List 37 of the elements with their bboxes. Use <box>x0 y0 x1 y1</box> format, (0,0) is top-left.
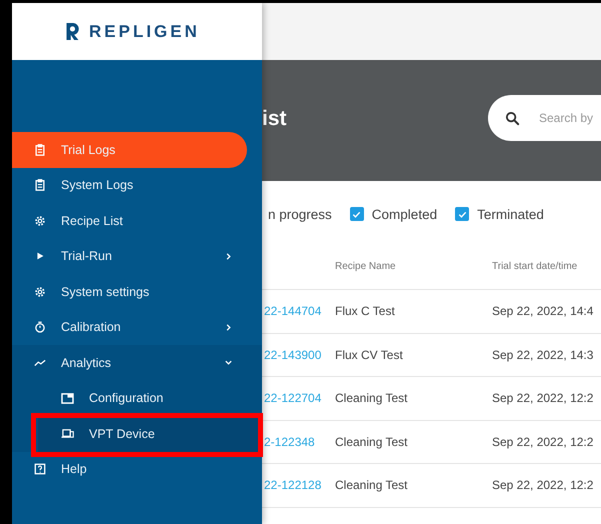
menu-item[interactable]: Recipe List <box>12 203 247 238</box>
column-header: Recipe Name <box>335 261 397 272</box>
table-cell-text: Flux C Test <box>335 304 396 318</box>
filter-label: Terminated <box>477 206 544 222</box>
table-cell: Sep 22, 2022, 14:3 <box>492 348 594 362</box>
device-icon <box>61 428 74 440</box>
search-icon <box>505 110 520 126</box>
menu-item[interactable]: Calibration <box>12 310 247 345</box>
window-icon <box>61 392 74 404</box>
clipboard-icon <box>34 144 46 156</box>
table-cell-text: Cleaning Test <box>335 391 408 406</box>
table-cell: Sep 22, 2022, 14:4 <box>492 304 594 318</box>
filter-label: Completed <box>372 206 438 222</box>
stopwatch-icon <box>34 321 46 334</box>
table-cell-text: Cleaning Test <box>335 478 408 492</box>
logo-icon <box>64 21 81 42</box>
table-cell: Sep 22, 2022, 12:2 <box>492 434 594 449</box>
table-cell-text: Flux CV Test <box>335 348 404 362</box>
table-cell: Sep 22, 2022, 12:2 <box>492 391 594 406</box>
help-icon <box>34 463 46 476</box>
column-header: Trial start date/time <box>492 261 578 272</box>
checkbox[interactable] <box>455 207 470 221</box>
submenu-item[interactable]: Configuration <box>12 380 262 416</box>
filter-label: n progress <box>268 206 332 222</box>
menu-item[interactable]: System Logs <box>12 168 247 203</box>
menu-item[interactable]: System settings <box>12 274 247 310</box>
gear-icon <box>34 286 46 298</box>
menu-item[interactable]: Help <box>12 452 247 487</box>
gear-icon <box>34 214 46 227</box>
table-cell-text: Cleaning Test <box>335 434 408 449</box>
page-title: ist <box>262 106 288 130</box>
menu-item[interactable]: Analytics <box>12 345 247 380</box>
checkbox[interactable] <box>350 207 364 221</box>
table-cell: Sep 22, 2022, 12:2 <box>492 478 594 492</box>
logo-text: REPLIGEN <box>89 22 200 42</box>
clipboard-icon <box>34 179 46 192</box>
menu-item[interactable]: Trial-Run <box>12 238 247 274</box>
